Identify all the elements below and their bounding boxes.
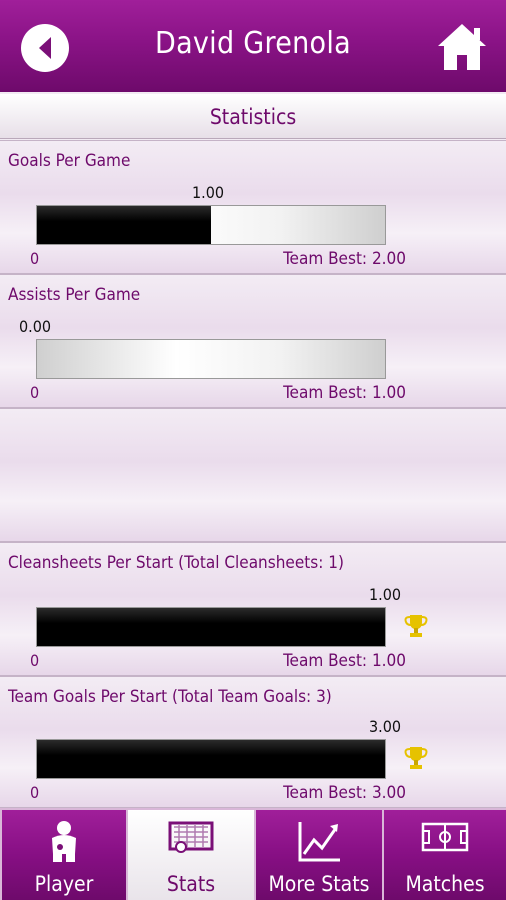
stat-bar-fill (37, 608, 385, 646)
stat-panel-cleansheets: Cleansheets Per Start (Total Cleansheets… (0, 542, 506, 676)
empty-panel (0, 408, 506, 542)
pitch-icon (421, 822, 469, 852)
stat-min: 0 (30, 383, 40, 402)
tab-matches[interactable]: Matches (382, 808, 506, 900)
stat-min: 0 (30, 249, 40, 268)
team-best: Team Best: 1.00 (283, 651, 406, 671)
stat-bar (36, 205, 386, 245)
chart-icon (298, 822, 340, 862)
stat-value: 0.00 (19, 317, 52, 336)
team-best: Team Best: 1.00 (283, 383, 406, 403)
tab-more-stats[interactable]: More Stats (254, 808, 382, 900)
tab-player[interactable]: Player (0, 808, 126, 900)
stat-panel-goals: Goals Per Game 1.00 0 Team Best: 2.00 (0, 140, 506, 274)
stat-bar (36, 739, 386, 779)
home-button[interactable] (436, 22, 488, 72)
stat-panel-assists: Assists Per Game 0.00 0 Team Best: 1.00 (0, 274, 506, 408)
tab-stats[interactable]: Stats (126, 808, 254, 900)
stat-label: Assists Per Game (8, 285, 141, 305)
stat-label: Cleansheets Per Start (Total Cleansheets… (8, 553, 344, 573)
stat-value: 1.00 (192, 183, 225, 202)
team-best: Team Best: 3.00 (283, 783, 406, 803)
stat-value: 1.00 (369, 585, 402, 604)
stat-label: Team Goals Per Start (Total Team Goals: … (8, 687, 332, 707)
trophy-icon (404, 747, 428, 769)
tab-label: Stats (166, 872, 216, 896)
section-title: Statistics (0, 94, 506, 139)
stat-min: 0 (30, 651, 40, 670)
goal-icon (168, 821, 214, 853)
stat-panel-team-goals: Team Goals Per Start (Total Team Goals: … (0, 676, 506, 808)
player-icon (52, 821, 76, 862)
stat-bar-fill (37, 206, 211, 244)
stat-bar (36, 339, 386, 379)
tab-label: Player (34, 872, 94, 896)
tab-label: More Stats (268, 872, 370, 896)
stat-min: 0 (30, 783, 40, 802)
home-icon (438, 24, 486, 70)
tab-label: Matches (405, 872, 485, 896)
stat-label: Goals Per Game (8, 151, 131, 171)
bottom-tab-bar: Player Stats More Stats Matches (0, 808, 506, 900)
stat-bar (36, 607, 386, 647)
trophy-icon (404, 615, 428, 637)
page-title: David Grenola (154, 26, 351, 61)
app-header: David Grenola (0, 0, 506, 92)
stat-bar-fill (37, 740, 385, 778)
stat-value: 3.00 (369, 717, 402, 736)
team-best: Team Best: 2.00 (283, 249, 406, 269)
